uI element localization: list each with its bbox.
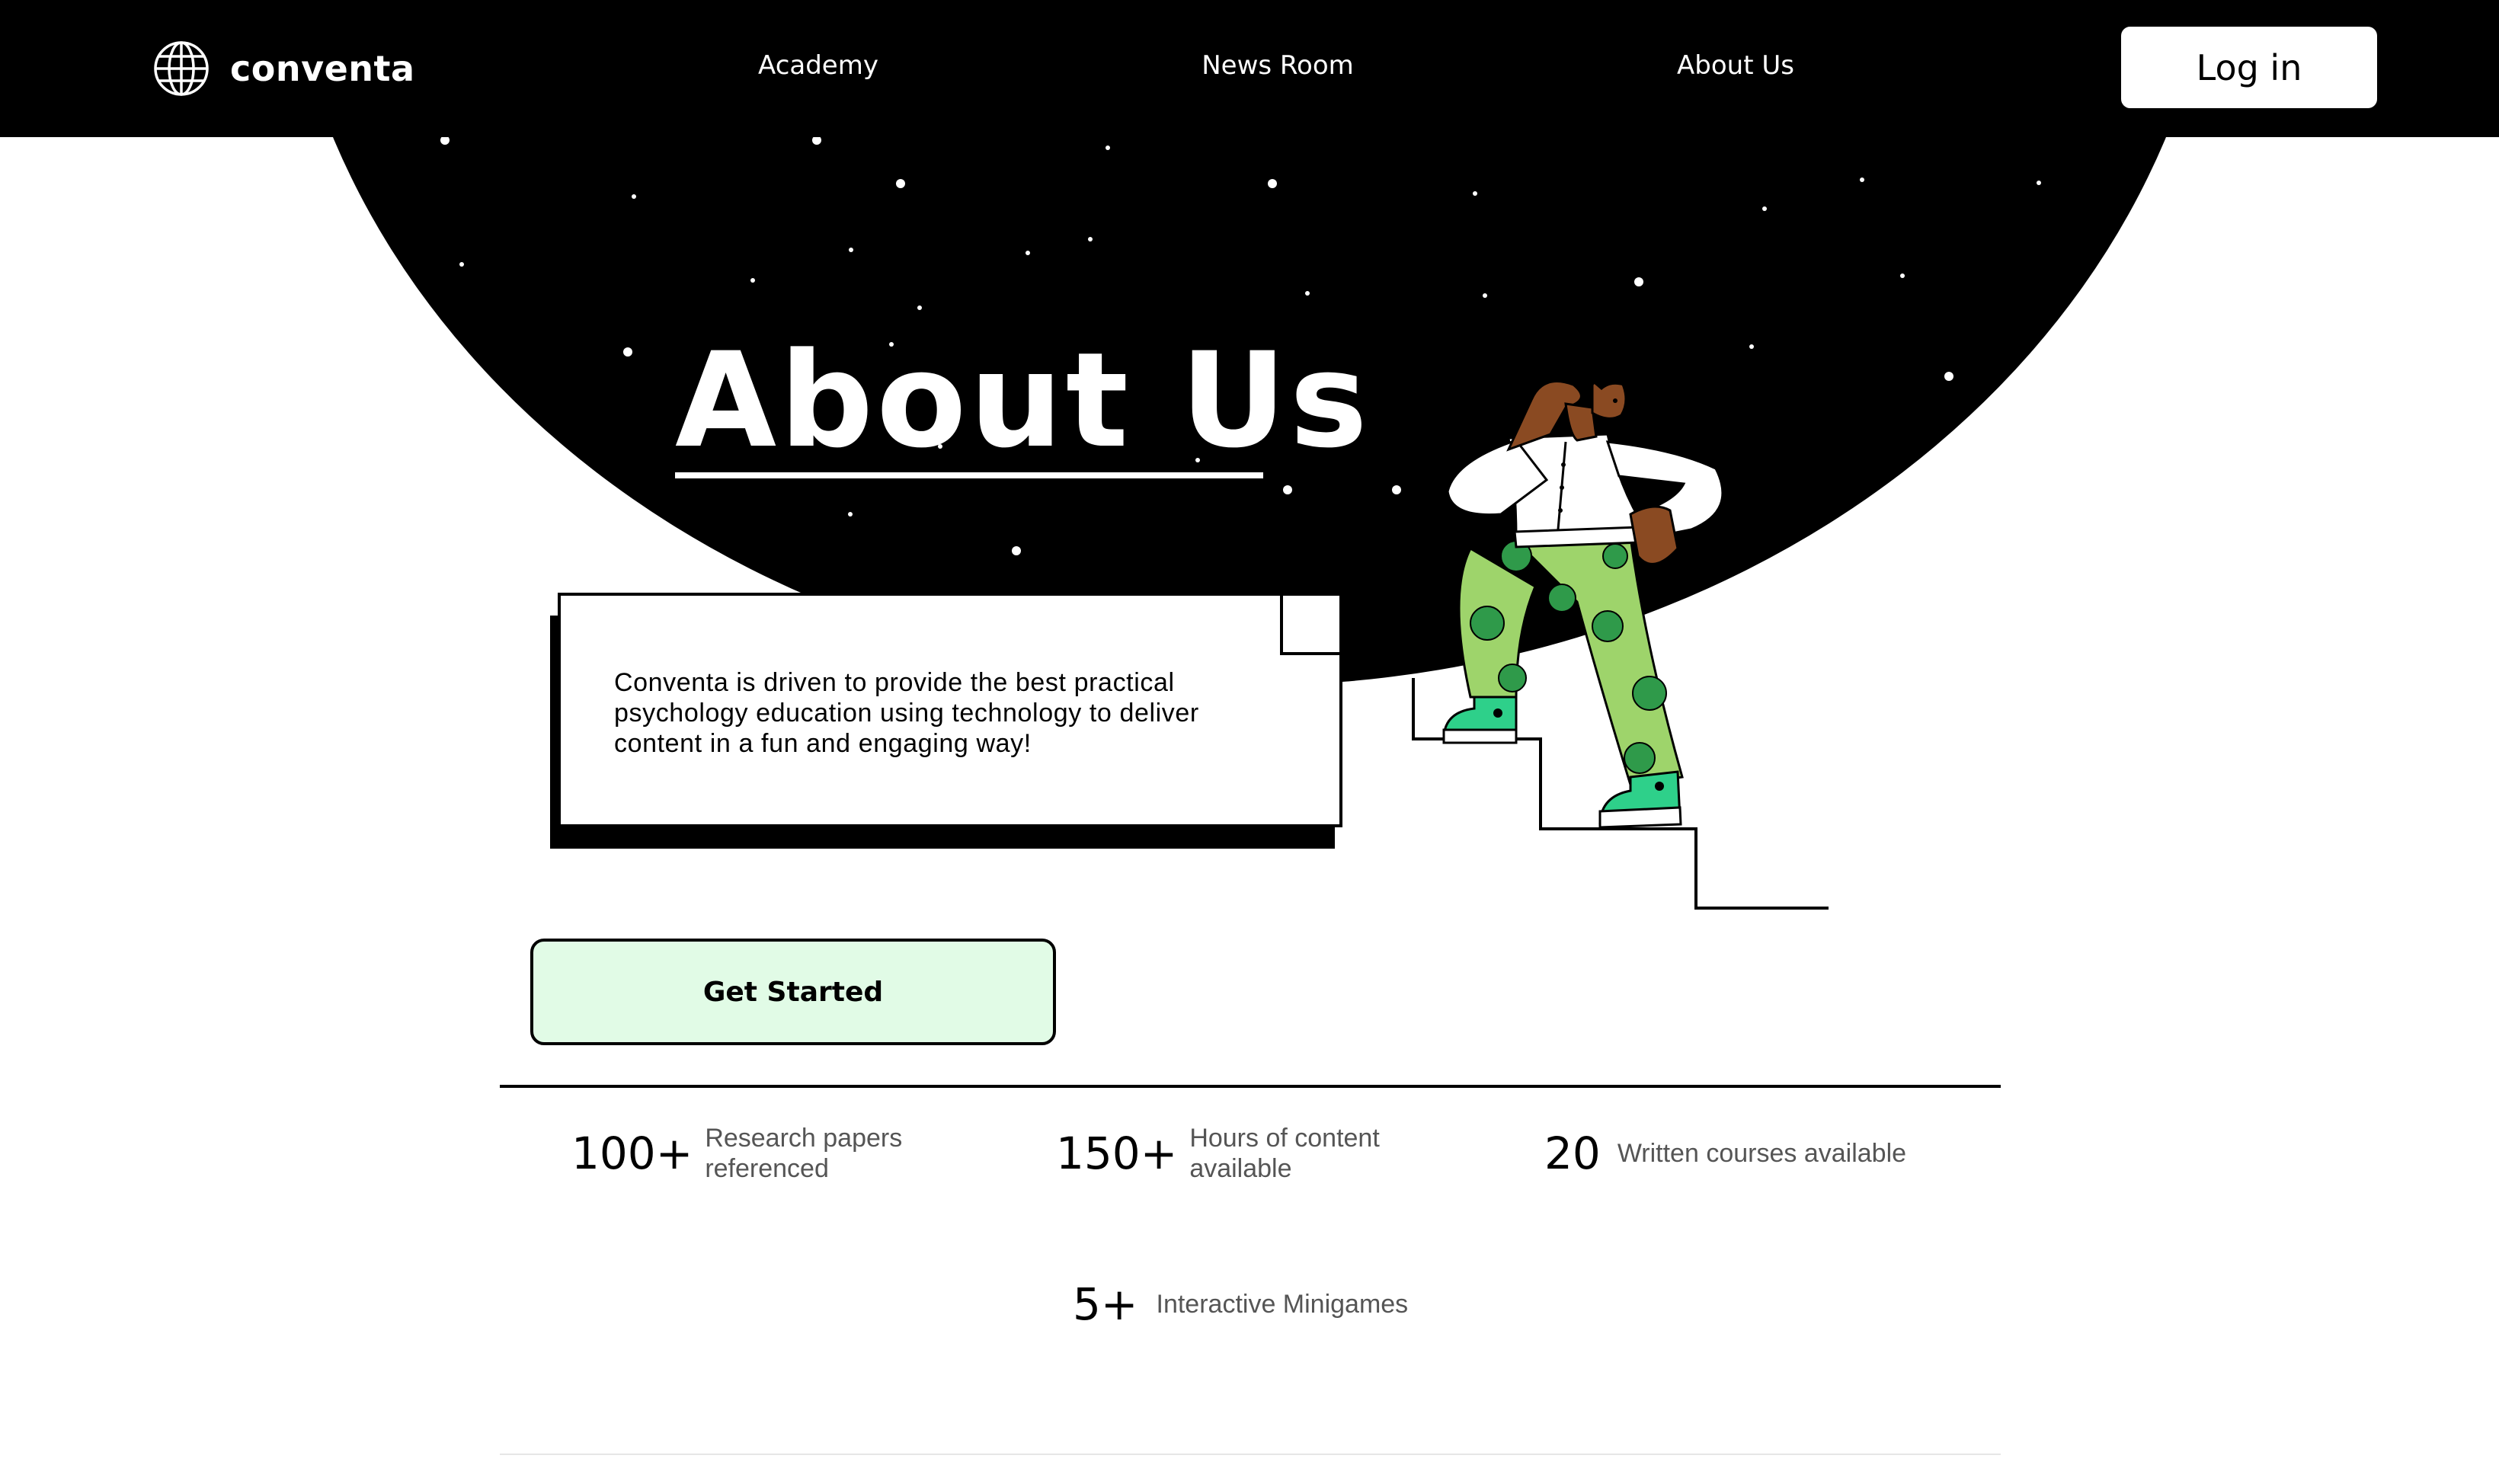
card-corner-decoration bbox=[1280, 593, 1342, 655]
character-on-stairs-illustration bbox=[1412, 367, 1829, 910]
globe-icon bbox=[154, 41, 209, 96]
get-started-button[interactable]: Get Started bbox=[530, 939, 1056, 1045]
title-underline bbox=[675, 472, 1263, 478]
nav-link-academy[interactable]: Academy bbox=[758, 50, 878, 81]
page-title: About Us bbox=[675, 324, 1371, 477]
stats-divider-top bbox=[500, 1085, 2001, 1088]
nav-link-about-us[interactable]: About Us bbox=[1677, 50, 1794, 81]
stat-label: Interactive Minigames bbox=[1156, 1290, 1409, 1319]
stat-label: Research papers referenced bbox=[705, 1123, 902, 1184]
description-card: Conventa is driven to provide the best p… bbox=[558, 593, 1342, 827]
stat-label: Written courses available bbox=[1617, 1139, 1907, 1168]
stat-value: 150+ bbox=[1056, 1127, 1178, 1179]
stat-label-line1: Research papers bbox=[705, 1124, 903, 1153]
stat-label: Hours of content available bbox=[1189, 1123, 1379, 1184]
stat-research-papers: 100+ Research papers referenced bbox=[571, 1123, 902, 1184]
stat-value: 5+ bbox=[1073, 1278, 1138, 1330]
description-text: Conventa is driven to provide the best p… bbox=[614, 668, 1199, 758]
stat-hours-of-content: 150+ Hours of content available bbox=[1056, 1123, 1380, 1184]
stat-value: 20 bbox=[1544, 1127, 1601, 1179]
stat-label-line1: Hours of content bbox=[1189, 1124, 1380, 1153]
login-button[interactable]: Log in bbox=[2121, 27, 2377, 108]
brand-logo[interactable]: conventa bbox=[152, 38, 415, 99]
stat-label-line2: referenced bbox=[705, 1154, 829, 1183]
stat-label-line2: available bbox=[1189, 1154, 1292, 1183]
stat-written-courses: 20 Written courses available bbox=[1544, 1123, 1906, 1184]
nav-link-news-room[interactable]: News Room bbox=[1202, 50, 1354, 81]
brand-name: conventa bbox=[230, 48, 415, 89]
stat-value: 100+ bbox=[571, 1127, 693, 1179]
stat-interactive-minigames: 5+ Interactive Minigames bbox=[1073, 1274, 1408, 1335]
top-navigation-bar: conventa Academy News Room About Us Log … bbox=[0, 0, 2499, 137]
stats-divider-bottom bbox=[500, 1454, 2001, 1455]
